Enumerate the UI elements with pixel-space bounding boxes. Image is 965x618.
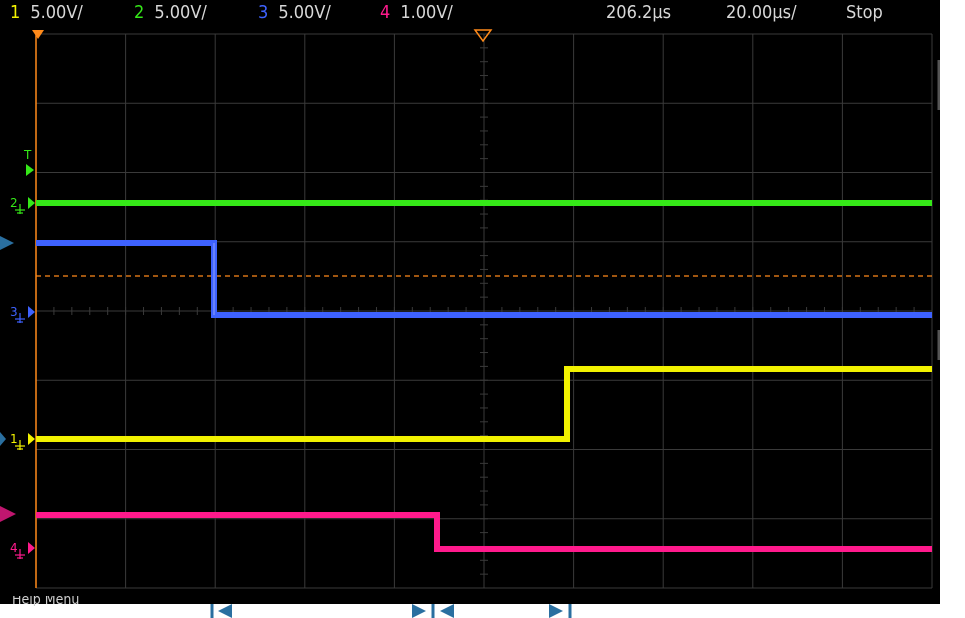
- trigger-time-marker-icon[interactable]: [473, 29, 493, 43]
- trigger-level-marker[interactable]: T: [23, 148, 34, 176]
- oscilloscope-display: 1 5.00V/ 2 5.00V/ 3 5.00V/ 4 1.00V/ 206.2µs …: [0, 0, 965, 618]
- svg-text:4: 4: [10, 541, 18, 555]
- timing-arrow-mid-left-icon: [440, 604, 454, 618]
- ch3-ground-icon: [28, 306, 35, 318]
- ch3-ground-marker[interactable]: 3: [10, 305, 35, 323]
- trigger-arrow-icon: [26, 164, 34, 176]
- timing-arrow-mid-right-icon: [412, 604, 426, 618]
- timing-arrow-left-icon: [218, 604, 232, 618]
- ch2-ground-marker[interactable]: 2: [10, 196, 35, 214]
- softkey-help-bar[interactable]: Help Menu: [0, 596, 940, 606]
- ch4-ground-icon: [28, 542, 35, 554]
- ch1-ground-icon: [28, 433, 35, 445]
- help-menu-label: Help Menu: [12, 596, 80, 606]
- scope-screen: 1 5.00V/ 2 5.00V/ 3 5.00V/ 4 1.00V/ 206.2µs …: [0, 0, 940, 606]
- svg-text:1: 1: [10, 432, 18, 446]
- waveform-area: T 2 3 1 4: [10, 29, 940, 589]
- svg-text:T: T: [23, 148, 32, 162]
- svg-text:3: 3: [10, 305, 18, 319]
- graticule: [35, 33, 933, 589]
- timing-arrow-right-icon: [549, 604, 563, 618]
- svg-text:2: 2: [10, 196, 18, 210]
- ch4-ground-marker[interactable]: 4: [10, 541, 35, 559]
- ch1-ground-marker[interactable]: 1: [10, 432, 35, 450]
- ch2-ground-icon: [28, 197, 35, 209]
